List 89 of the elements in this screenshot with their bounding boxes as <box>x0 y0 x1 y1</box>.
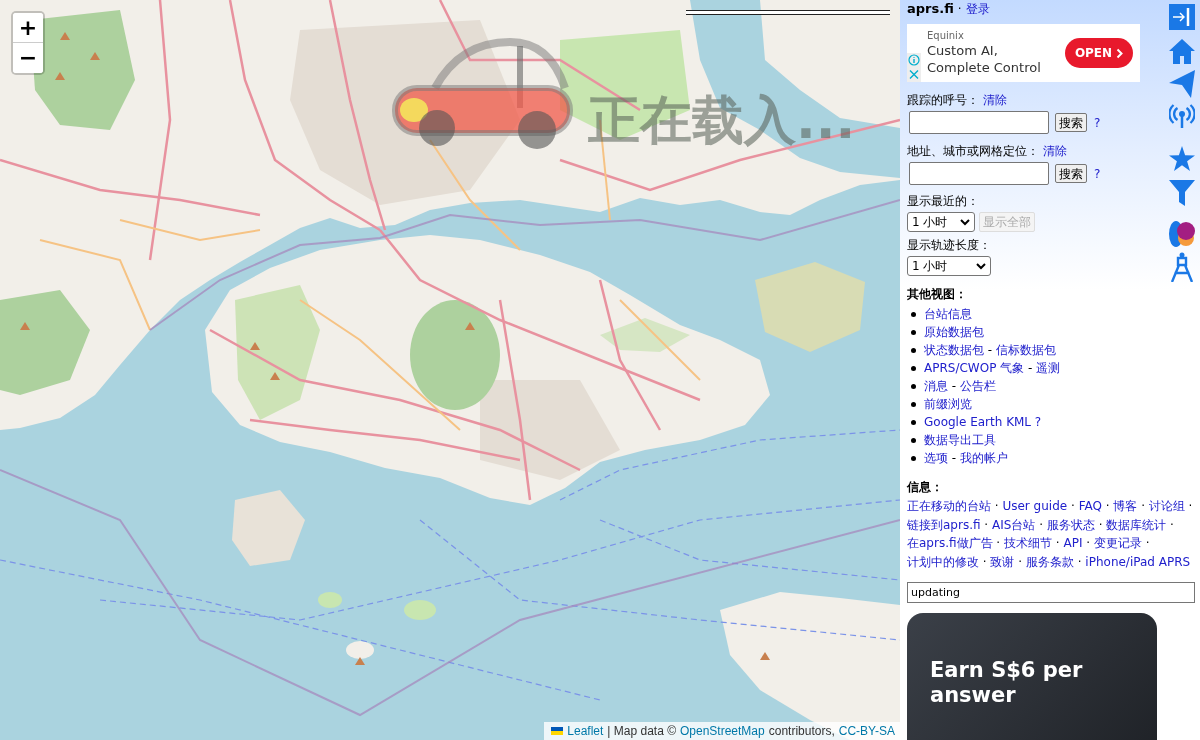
attribution-text: contributors, <box>768 723 835 740</box>
bullet-icon <box>911 365 916 371</box>
info-links-text: 正在移动的台站 · User guide · FAQ · 博客 · 讨论组 · 链接到aprs.fi · AIS台站 · 服务状态 · 数据库统计 · 在aprs.fi做广告 · 技术细节 · API · 变更记录 · 计划中的修改 · 致谢 · 服务条款 · iPhone/iPad APRS <box>907 498 1194 571</box>
view-link[interactable]: 消息 <box>924 379 948 393</box>
view-link[interactable]: 数据导出工具 <box>924 432 996 448</box>
help-link[interactable]: ? <box>1094 165 1101 182</box>
help-link[interactable]: ? <box>1094 114 1101 131</box>
bullet-icon <box>911 401 916 407</box>
bullet-icon <box>911 455 916 461</box>
chevron-down-icon <box>976 262 986 270</box>
info-link[interactable]: User guide <box>1002 499 1068 513</box>
clear-link[interactable]: 清除 <box>983 92 1007 108</box>
ad-advertiser: Equinix <box>927 29 965 42</box>
search-button[interactable]: 搜索 <box>1055 113 1087 132</box>
section-title: 信息： <box>907 479 943 495</box>
view-link[interactable]: 我的帐户 <box>959 451 1008 465</box>
info-link[interactable]: API <box>1063 536 1083 550</box>
bullet-icon <box>911 419 916 425</box>
view-link[interactable]: 状态数据包 <box>924 343 984 357</box>
info-link[interactable]: 链接到aprs.fi <box>907 517 981 532</box>
view-link[interactable]: APRS/CWOP 气象 <box>924 361 1025 375</box>
clear-link[interactable]: 清除 <box>1043 143 1067 159</box>
view-links-text: 选项 - 我的帐户 <box>924 450 1008 466</box>
flag-icon <box>551 727 564 735</box>
close-icon[interactable] <box>907 67 921 82</box>
field-label: 显示最近的： <box>907 193 979 209</box>
bullet-icon <box>911 329 916 335</box>
info-link[interactable]: 数据库统计 <box>1106 517 1167 532</box>
info-link[interactable]: FAQ <box>1078 499 1102 513</box>
open-button[interactable]: OPEN <box>1065 38 1133 68</box>
view-link[interactable]: 台站信息 <box>924 306 972 322</box>
field-label: 显示轨迹长度： <box>907 237 991 253</box>
view-link[interactable]: 原始数据包 <box>924 324 984 340</box>
attribution-link[interactable]: OpenStreetMap <box>680 722 765 740</box>
bullet-icon <box>911 347 916 353</box>
star-icon[interactable] <box>1169 146 1195 172</box>
separator-dot: · <box>957 0 962 17</box>
field-label: 地址、城市或网格定位： <box>907 143 1039 159</box>
bullet-icon <box>911 311 916 317</box>
section-title: 其他视图： <box>907 286 967 302</box>
info-link[interactable]: 正在移动的台站 <box>907 499 991 513</box>
search-button[interactable]: 搜索 <box>1055 164 1087 183</box>
info-icon[interactable] <box>907 53 921 67</box>
promo-text: Earn S$6 per answer <box>930 658 1084 708</box>
ad-headline: Custom AI, Complete Control <box>927 42 1042 76</box>
navigation-arrow-icon[interactable] <box>1169 70 1195 98</box>
info-link[interactable]: 致谢 <box>990 554 1015 569</box>
chevron-right-icon <box>1116 47 1124 59</box>
bullet-icon <box>911 383 916 389</box>
colorful-blob-icon[interactable] <box>1169 220 1195 248</box>
view-link[interactable]: Google Earth KML ? <box>924 414 1042 430</box>
duration-select[interactable]: 1 小时 <box>907 256 991 276</box>
drafting-compass-icon[interactable] <box>1170 252 1194 282</box>
login-link[interactable]: 登录 <box>965 0 990 17</box>
search-field[interactable] <box>909 111 1049 134</box>
antenna-icon[interactable] <box>1169 104 1195 128</box>
zoom-in-button[interactable]: + <box>13 13 43 43</box>
view-link[interactable]: 信标数据包 <box>995 343 1056 357</box>
status-field[interactable]: updating <box>907 582 1195 603</box>
bullet-icon <box>911 437 916 443</box>
loading-text: 正在载入... <box>588 94 856 146</box>
info-link[interactable]: 讨论组 <box>1148 499 1185 513</box>
search-field[interactable] <box>909 162 1049 185</box>
info-link[interactable]: 技术细节 <box>1004 536 1052 550</box>
chevron-down-icon <box>960 218 970 226</box>
attribution-text: | Map data © <box>607 723 676 740</box>
info-link[interactable]: 在aprs.fi做广告 <box>907 536 993 550</box>
info-link[interactable]: 变更记录 <box>1093 536 1142 550</box>
site-title: aprs.fi <box>907 0 954 17</box>
info-link[interactable]: AIS台站 <box>992 517 1036 532</box>
view-links-text: APRS/CWOP 气象 - 遥测 <box>924 360 1061 376</box>
info-link[interactable]: 服务状态 <box>1046 517 1095 532</box>
sign-in-icon[interactable] <box>1169 4 1195 30</box>
field-label: 跟踪的呼号： <box>907 92 979 108</box>
view-link[interactable]: 公告栏 <box>959 379 996 393</box>
view-links-text: 消息 - 公告栏 <box>924 378 996 394</box>
view-link[interactable]: 选项 <box>924 451 948 465</box>
info-link[interactable]: 计划中的修改 <box>907 554 979 569</box>
attribution-link[interactable]: CC-BY-SA <box>838 722 895 740</box>
view-link[interactable]: 前缀浏览 <box>924 396 972 412</box>
filter-icon[interactable] <box>1169 180 1195 206</box>
attribution-link[interactable]: Leaflet <box>567 722 604 740</box>
duration-select[interactable]: 1 小时 <box>907 212 975 232</box>
view-links-text: 状态数据包 - 信标数据包 <box>924 342 1056 358</box>
view-link[interactable]: 遥测 <box>1036 361 1061 375</box>
info-link[interactable]: 博客 <box>1113 499 1138 513</box>
info-link[interactable]: 服务条款 <box>1025 554 1074 569</box>
info-link[interactable]: iPhone/iPad APRS <box>1085 554 1191 569</box>
home-icon[interactable] <box>1169 38 1195 64</box>
